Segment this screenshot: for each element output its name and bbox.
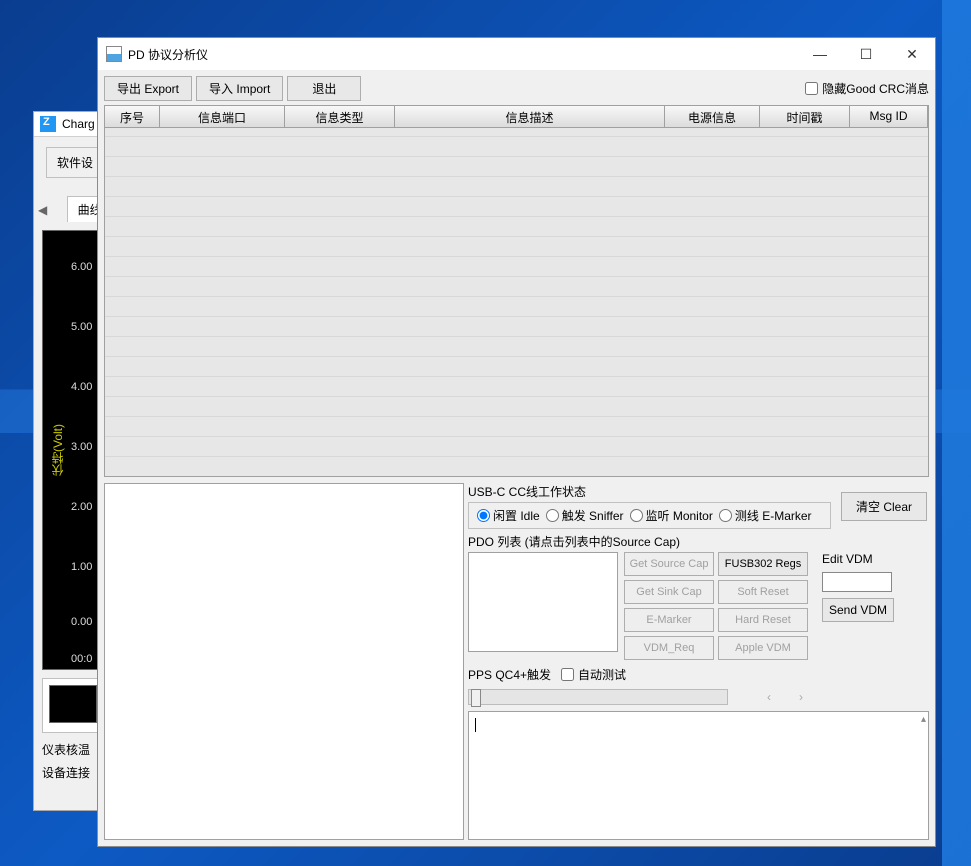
cc-state-label: USB-C CC线工作状态	[468, 483, 831, 500]
pdo-button-grid: Get Source Cap FUSB302 Regs Get Sink Cap…	[624, 552, 808, 660]
radio-idle-input[interactable]	[477, 509, 490, 522]
auto-test-checkbox[interactable]: 自动测试	[561, 666, 626, 683]
get-source-cap-button[interactable]: Get Source Cap	[624, 552, 714, 576]
exit-button[interactable]: 退出	[287, 76, 361, 101]
bg-chart-ylabel: 伏特(Volt)	[49, 424, 66, 476]
pd-analyzer-window: PD 协议分析仪 — ☐ ✕ 导出 Export 导入 Import 退出 隐藏…	[97, 37, 936, 847]
table-header: 序号 信息端口 信息类型 信息描述 电源信息 时间戳 Msg ID	[105, 106, 928, 128]
bg-ytick: 3.00	[71, 441, 92, 453]
bg-ytick: 5.00	[71, 321, 92, 333]
maximize-button[interactable]: ☐	[843, 39, 889, 69]
clear-button[interactable]: 清空 Clear	[841, 492, 927, 521]
cc-state-group: 闲置 Idle 触发 Sniffer 监听 Monitor 测线 E-	[468, 502, 831, 529]
bg-tab-nav-left[interactable]: ◀	[34, 203, 51, 217]
hide-crc-label: 隐藏Good CRC消息	[822, 80, 929, 97]
soft-reset-button[interactable]: Soft Reset	[718, 580, 808, 604]
pdo-label: PDO 列表 (请点击列表中的Source Cap)	[468, 533, 929, 550]
pps-next-button[interactable]: ›	[790, 687, 812, 707]
table-body[interactable]	[105, 128, 928, 476]
radio-monitor-label: 监听 Monitor	[646, 507, 713, 524]
col-msgid[interactable]: Msg ID	[850, 106, 928, 127]
radio-emarker-label: 测线 E-Marker	[735, 507, 812, 524]
detail-panel[interactable]	[104, 483, 464, 840]
bg-title-text: Charg	[62, 117, 95, 131]
bg-ytick: 0.00	[71, 616, 92, 628]
pps-slider[interactable]	[468, 689, 728, 705]
text-cursor-icon	[475, 718, 476, 732]
toolbar: 导出 Export 导入 Import 退出 隐藏Good CRC消息	[98, 70, 935, 105]
radio-monitor-input[interactable]	[630, 509, 643, 522]
col-desc[interactable]: 信息描述	[395, 106, 665, 127]
window-title: PD 协议分析仪	[128, 46, 797, 63]
app-icon	[106, 46, 122, 62]
bg-app-icon	[40, 116, 56, 132]
pps-prev-button[interactable]: ‹	[758, 687, 780, 707]
titlebar: PD 协议分析仪 — ☐ ✕	[98, 38, 935, 70]
log-textarea[interactable]: ▴	[468, 711, 929, 840]
message-table[interactable]: 序号 信息端口 信息类型 信息描述 电源信息 时间戳 Msg ID	[104, 105, 929, 477]
pdo-listbox[interactable]	[468, 552, 618, 652]
bg-software-settings-button[interactable]: 软件设	[46, 147, 104, 178]
col-port[interactable]: 信息端口	[160, 106, 285, 127]
bg-ytick: 4.00	[71, 381, 92, 393]
radio-emarker[interactable]: 测线 E-Marker	[719, 507, 812, 524]
bg-ytick: 1.00	[71, 561, 92, 573]
send-vdm-button[interactable]: Send VDM	[822, 598, 894, 622]
radio-emarker-input[interactable]	[719, 509, 732, 522]
col-type[interactable]: 信息类型	[285, 106, 395, 127]
radio-idle[interactable]: 闲置 Idle	[477, 507, 540, 524]
fusb302-regs-button[interactable]: FUSB302 Regs	[718, 552, 808, 576]
auto-test-label: 自动测试	[578, 666, 626, 683]
bg-indicator-box	[49, 685, 97, 723]
edit-vdm-panel: Edit VDM Send VDM	[822, 552, 894, 622]
apple-vdm-button[interactable]: Apple VDM	[718, 636, 808, 660]
bg-xtick: 00:0	[71, 653, 92, 665]
emarker-button[interactable]: E-Marker	[624, 608, 714, 632]
bg-ytick: 6.00	[71, 261, 92, 273]
hide-crc-input[interactable]	[805, 82, 818, 95]
hard-reset-button[interactable]: Hard Reset	[718, 608, 808, 632]
import-button[interactable]: 导入 Import	[196, 76, 283, 101]
close-button[interactable]: ✕	[889, 39, 935, 69]
bg-ytick: 2.00	[71, 501, 92, 513]
export-button[interactable]: 导出 Export	[104, 76, 192, 101]
col-seq[interactable]: 序号	[105, 106, 160, 127]
edit-vdm-label: Edit VDM	[822, 552, 894, 566]
edit-vdm-input[interactable]	[822, 572, 892, 592]
vdm-req-button[interactable]: VDM_Req	[624, 636, 714, 660]
pps-label: PPS QC4+触发	[468, 666, 551, 683]
get-sink-cap-button[interactable]: Get Sink Cap	[624, 580, 714, 604]
radio-sniffer-label: 触发 Sniffer	[562, 507, 624, 524]
col-time[interactable]: 时间戳	[760, 106, 850, 127]
radio-monitor[interactable]: 监听 Monitor	[630, 507, 713, 524]
hide-crc-checkbox[interactable]: 隐藏Good CRC消息	[805, 80, 929, 97]
auto-test-input[interactable]	[561, 668, 574, 681]
radio-sniffer-input[interactable]	[546, 509, 559, 522]
scroll-up-icon[interactable]: ▴	[921, 714, 926, 725]
col-power[interactable]: 电源信息	[665, 106, 760, 127]
pps-slider-thumb[interactable]	[471, 689, 481, 707]
radio-idle-label: 闲置 Idle	[493, 507, 540, 524]
minimize-button[interactable]: —	[797, 39, 843, 69]
radio-sniffer[interactable]: 触发 Sniffer	[546, 507, 624, 524]
